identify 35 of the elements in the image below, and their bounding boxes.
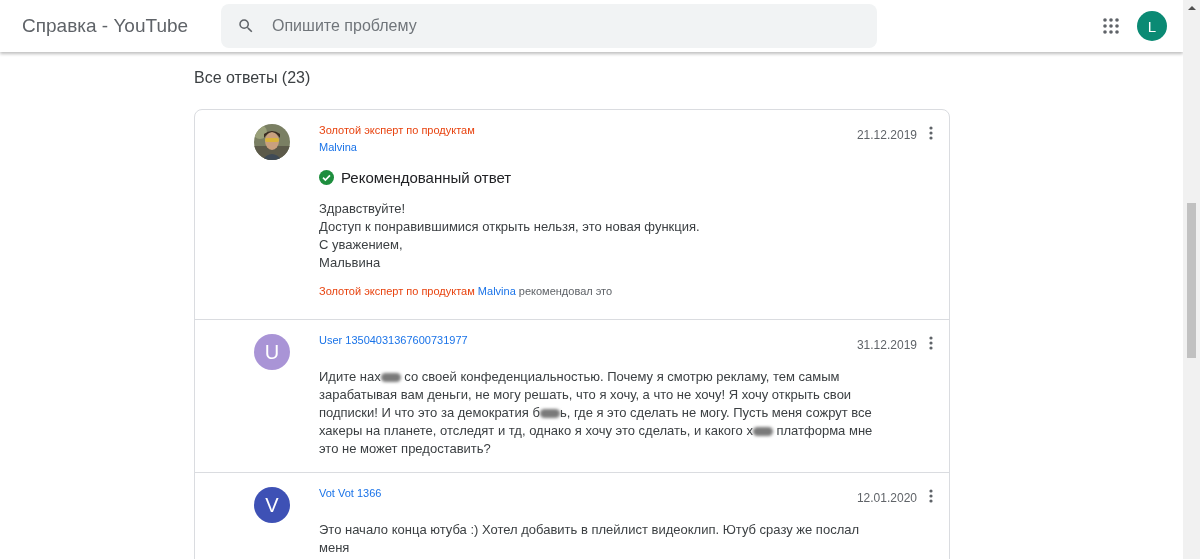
avatar: U [254,334,290,370]
answer-text: Это начало конца ютуба :) Хотел добавить в плейлист видеоклип. Ютуб сразу же послал меня [319,521,861,557]
more-icon [929,126,933,140]
more-button[interactable] [929,126,933,140]
site-title: Справка - YouTube [22,15,190,37]
more-icon [929,336,933,350]
answer-date: 31.12.2019 [856,338,917,352]
author-link[interactable]: User 13504031367600731977 [319,334,468,346]
answer-text: Доступ к понравившимися открыть нельзя, это новая функция. [319,218,701,236]
answer-date: 12.01.2020 [856,491,917,505]
account-avatar[interactable]: L [1137,11,1167,41]
author-link[interactable]: Malvina [319,141,357,153]
apps-icon[interactable] [1103,18,1119,34]
more-button[interactable] [929,489,933,503]
answers-heading: Все ответы (23) [194,69,312,87]
search-field[interactable]: Опишите проблему [221,4,877,48]
blurred-word [539,409,560,419]
expert-title: Золотой эксперт по продуктам [319,124,475,136]
check-icon [319,170,334,185]
answer-text: Здравствуйте! [319,200,407,218]
blurred-word [380,373,401,383]
answer-text: Мальвина [319,254,382,272]
answer-text: С уважением, [319,236,404,254]
more-icon [929,489,933,503]
answer-text: Идите нах со своей конфеденциальностью. Почему я смотрю рекламу, тем самым зарабатывая вам деньги, не могу решать, что я хочу, а что не хочу! Я хочу открыть свои подписки! И что это за демократия б ь, где я это сделать не могу. Пусть меня сожрут все хакеры на планете, отследят и тд, однако я хочу это сделать, и какого х платформа мне это не может предоставить? [319,368,874,458]
answer-date: 21.12.2019 [856,128,917,142]
scrollbar[interactable] [1183,0,1200,559]
recommended-note: Золотой эксперт по продуктам Malvina рекомендовал это [319,285,614,297]
blurred-word [752,427,773,437]
avatar: V [254,487,290,523]
author-link[interactable]: Malvina [477,285,516,297]
author-link[interactable]: Vot Vot 1366 [319,487,382,499]
recommended-label: Рекомендованный ответ [341,169,512,186]
search-icon [237,17,255,35]
more-button[interactable] [929,336,933,350]
